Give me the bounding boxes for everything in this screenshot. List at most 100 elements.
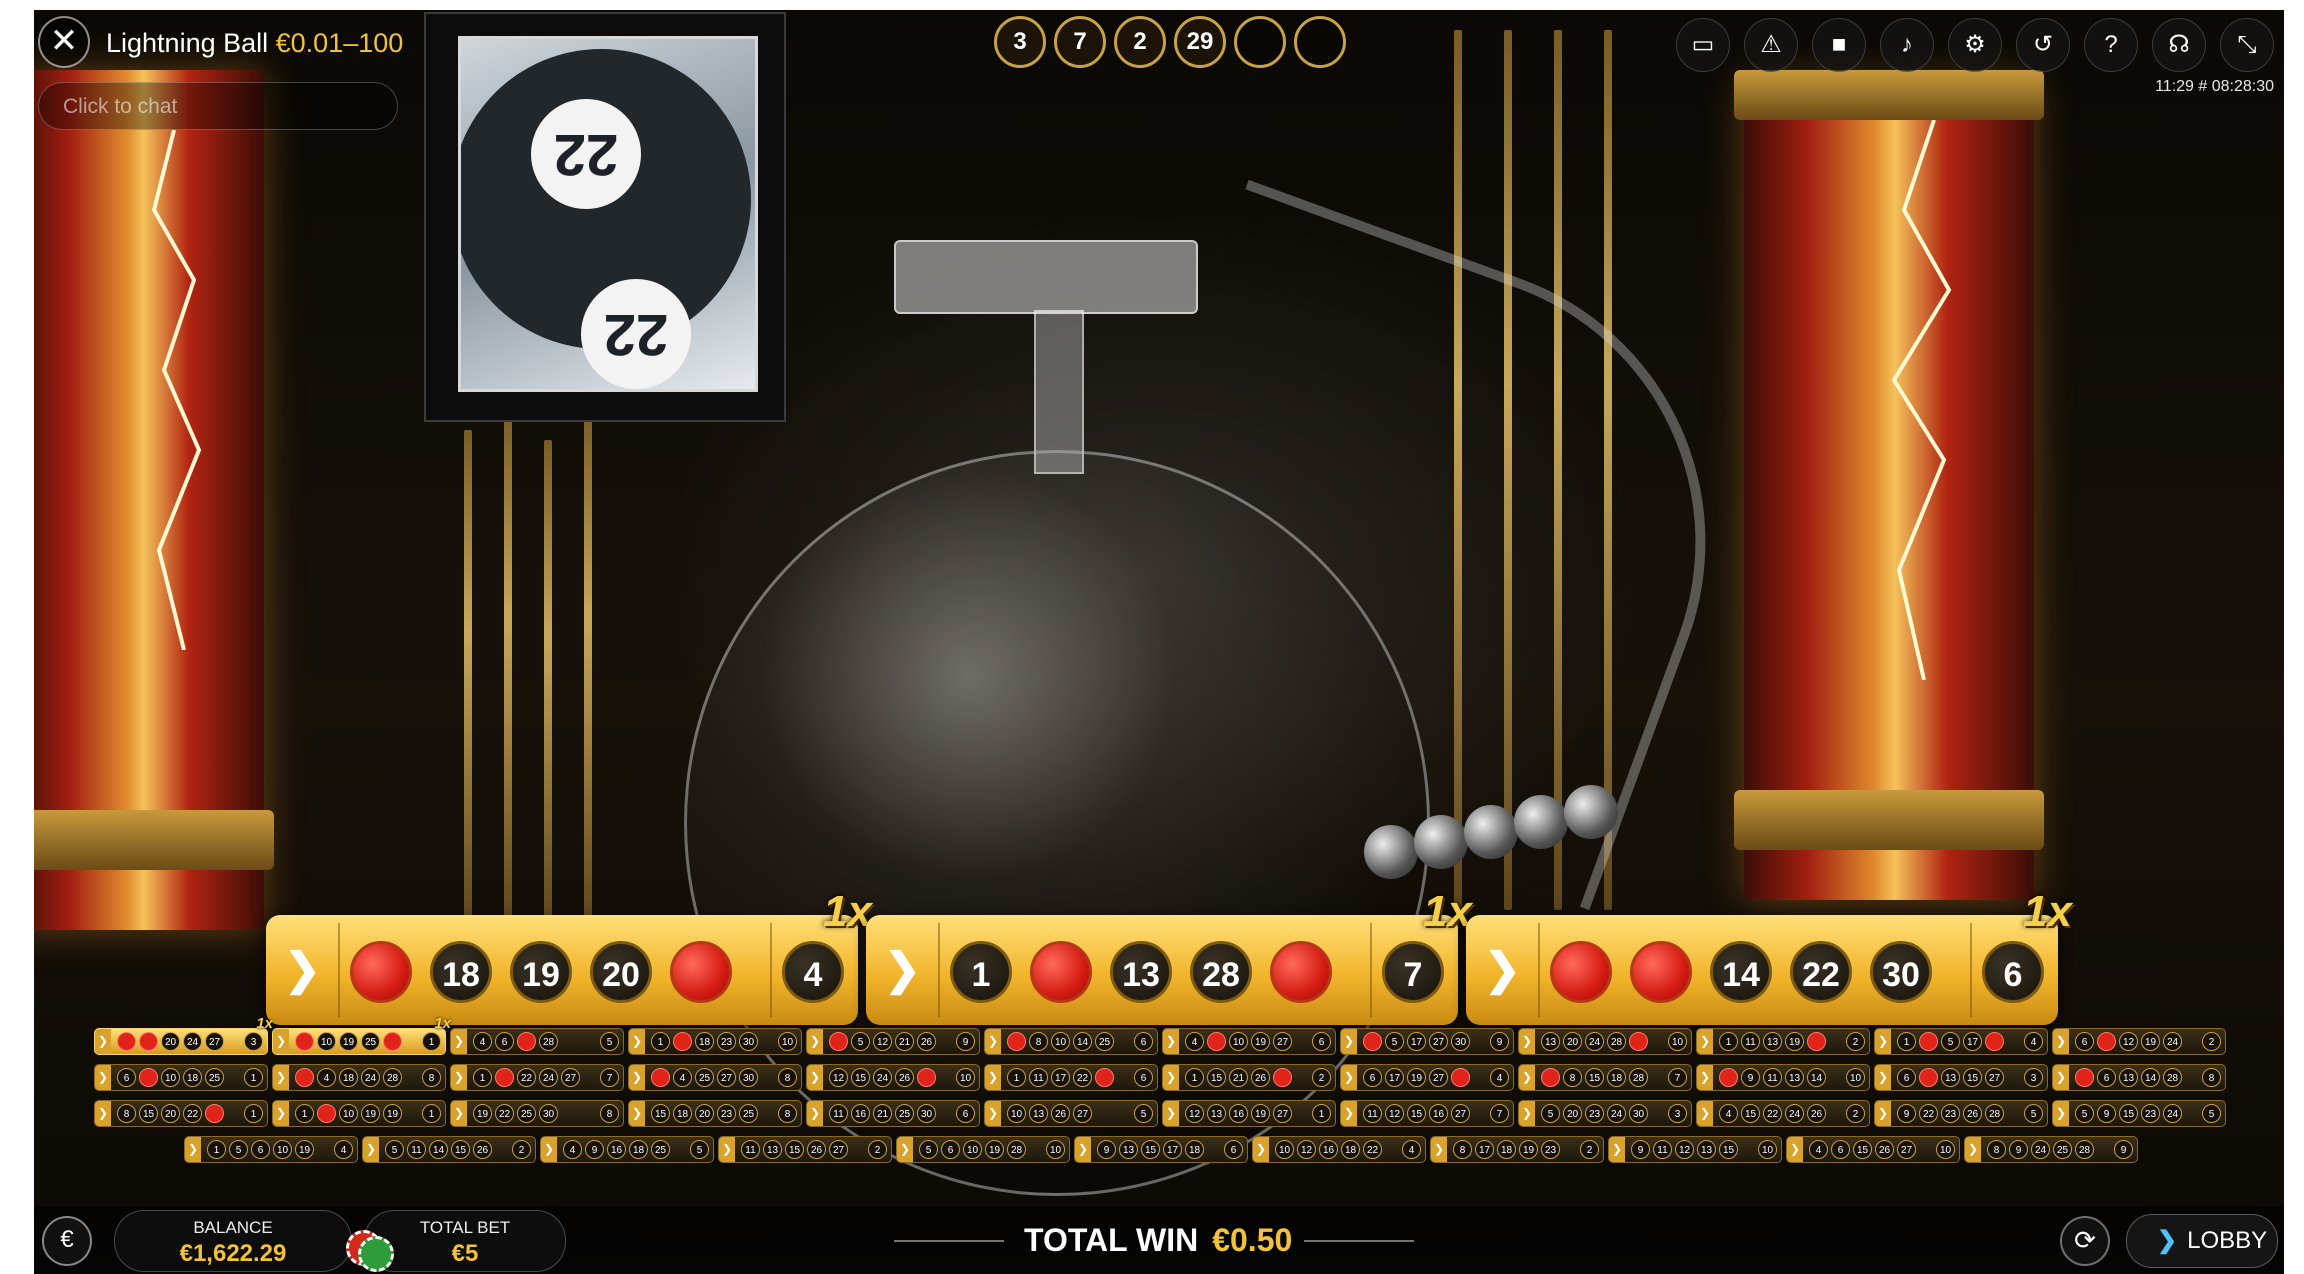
card-arrow-icon: ❯ <box>884 945 921 994</box>
card-divider <box>1370 923 1372 1017</box>
card-ball: 30 <box>1870 941 1932 1003</box>
card-ball: 22 <box>1919 1104 1938 1123</box>
bet-card[interactable]: ❯ 8 15 18 28 7 <box>1518 1064 1692 1091</box>
bet-card[interactable]: ❯ 4 15 22 24 26 2 <box>1696 1100 1870 1127</box>
bet-card[interactable]: ❯ 4 10 19 27 6 <box>1162 1028 1336 1055</box>
card-prize-ball: 6 <box>1312 1032 1331 1051</box>
bet-card[interactable]: ❯ 6 12 19 24 2 <box>2052 1028 2226 1055</box>
bet-card[interactable]: ❯ 13 20 24 28 10 <box>1518 1028 1692 1055</box>
lobby-button[interactable]: ❯ LOBBY <box>2126 1214 2278 1268</box>
currency-icon[interactable]: € <box>42 1216 92 1266</box>
card-balls: 1 11 17 22 <box>1007 1068 1114 1087</box>
bet-card[interactable]: ❯ 8 17 18 19 23 2 <box>1430 1136 1604 1163</box>
bet-card[interactable]: ❯ 8 10 14 25 6 <box>984 1028 1158 1055</box>
card-ball: 17 <box>1385 1068 1404 1087</box>
bet-card[interactable]: ❯ 9 11 13 14 10 <box>1696 1064 1870 1091</box>
bet-card[interactable]: ❯ 4 6 28 5 <box>450 1028 624 1055</box>
bet-card[interactable]: ❯ 1 5 6 10 19 4 <box>184 1136 358 1163</box>
bet-card[interactable]: ❯ 5 12 21 26 9 <box>806 1028 980 1055</box>
card-ball: 28 <box>1190 941 1252 1003</box>
bet-card[interactable]: ❯ 1 5 17 4 <box>1874 1028 2048 1055</box>
card-row: ❯ 1 5 6 10 19 4 ❯ 5 11 14 15 26 2 ❯ 4 9 16 18 25 5 ❯ 11 13 15 26 2… <box>184 1136 2234 1163</box>
card-divider <box>1538 923 1540 1017</box>
bet-card[interactable]: ❯ 11 13 15 26 27 2 <box>718 1136 892 1163</box>
chat-input[interactable]: Click to chat <box>38 82 398 130</box>
bet-card[interactable]: ❯ 12 13 16 19 27 1 <box>1162 1100 1336 1127</box>
bet-card[interactable]: ❯ 11 12 15 16 27 7 <box>1340 1100 1514 1127</box>
bet-card[interactable]: ❯ 4 18 24 28 8 <box>272 1064 446 1091</box>
bet-card[interactable]: ❯ 1 10 19 19 1 <box>272 1100 446 1127</box>
card-ball: 21 <box>873 1104 892 1123</box>
bet-card[interactable]: ❯ 19 22 25 30 8 <box>450 1100 624 1127</box>
support-icon[interactable]: ☊ <box>2152 18 2206 72</box>
card-balls: 6 17 19 27 <box>1363 1068 1470 1087</box>
bet-card[interactable]: ❯ 11 16 21 25 30 6 <box>806 1100 980 1127</box>
reload-icon[interactable]: ⟳ <box>2060 1216 2110 1266</box>
bet-card[interactable]: ❯ 5 11 14 15 26 2 <box>362 1136 536 1163</box>
chat-icon[interactable]: ▭ <box>1676 18 1730 72</box>
bet-card[interactable]: ❯ 9 13 15 17 18 6 <box>1074 1136 1248 1163</box>
bet-card[interactable]: ❯ 5 9 15 23 24 5 <box>2052 1100 2226 1127</box>
card-ball: 20 <box>590 941 652 1003</box>
card-ball: 27 <box>1273 1032 1292 1051</box>
history-icon[interactable]: ↺ <box>2016 18 2070 72</box>
bet-card[interactable]: ❯ 4 6 15 26 27 10 <box>1786 1136 1960 1163</box>
bet-card[interactable]: ❯ 6 13 15 27 3 <box>1874 1064 2048 1091</box>
active-card[interactable]: ❯ 18 19 20 4 1x <box>266 887 872 1025</box>
bet-card[interactable]: ❯ 5 17 27 30 9 <box>1340 1028 1514 1055</box>
card-ball: 15 <box>139 1104 158 1123</box>
bet-card[interactable]: ❯ 10 13 26 27 5 <box>984 1100 1158 1127</box>
close-icon[interactable]: ✕ <box>38 16 90 68</box>
card-ball: 26 <box>1807 1104 1826 1123</box>
card-ball: 17 <box>1475 1140 1494 1159</box>
card-ball: 18 <box>339 1068 358 1087</box>
bet-card[interactable]: ❯ 6 13 14 28 8 <box>2052 1064 2226 1091</box>
bet-card[interactable]: ❯ 9 22 23 26 28 5 <box>1874 1100 2048 1127</box>
card-ball: 14 <box>1807 1068 1826 1087</box>
help-icon[interactable]: ? <box>2084 18 2138 72</box>
bet-card[interactable]: ❯ 5 6 10 19 28 10 <box>896 1136 1070 1163</box>
card-ball: 19 <box>295 1140 314 1159</box>
bet-card[interactable]: ❯ 10 19 25 1 1x <box>272 1015 451 1055</box>
card-prize-ball: 1 <box>422 1104 441 1123</box>
bet-card[interactable]: ❯ 4 9 16 18 25 5 <box>540 1136 714 1163</box>
total-win: TOTAL WIN €0.50 <box>1024 1222 1292 1259</box>
matched-ball <box>1919 1068 1938 1087</box>
video-icon[interactable]: ■ <box>1812 18 1866 72</box>
bet-card[interactable]: ❯ 9 11 12 13 15 10 <box>1608 1136 1782 1163</box>
bet-card[interactable]: ❯ 6 10 18 25 1 <box>94 1064 268 1091</box>
bet-card[interactable]: ❯ 4 25 27 30 8 <box>628 1064 802 1091</box>
card-ball: 30 <box>917 1104 936 1123</box>
bet-card[interactable]: ❯ 1 11 17 22 6 <box>984 1064 1158 1091</box>
bet-card[interactable]: ❯ 1 11 13 19 2 <box>1696 1028 1870 1055</box>
card-ball: 27 <box>1073 1104 1092 1123</box>
bet-card[interactable]: ❯ 1 18 23 30 10 <box>628 1028 802 1055</box>
bet-card[interactable]: ❯ 15 18 20 23 25 8 <box>628 1100 802 1127</box>
active-card[interactable]: ❯ 14 22 30 6 1x <box>1466 887 2072 1025</box>
matched-ball <box>1919 1032 1938 1051</box>
bet-card[interactable]: ❯ 6 17 19 27 4 <box>1340 1064 1514 1091</box>
card-arrow-icon: ❯ <box>273 1101 289 1126</box>
bet-card[interactable]: ❯ 5 20 23 24 30 3 <box>1518 1100 1692 1127</box>
active-card[interactable]: ❯ 1 13 28 7 1x <box>866 887 1472 1025</box>
bet-card[interactable]: ❯ 8 9 24 25 28 9 <box>1964 1136 2138 1163</box>
bet-card[interactable]: ❯ 20 24 27 3 1x <box>94 1015 273 1055</box>
card-ball: 27 <box>1451 1104 1470 1123</box>
card-ball: 11 <box>1763 1068 1782 1087</box>
bet-card[interactable]: ❯ 10 12 16 18 22 4 <box>1252 1136 1426 1163</box>
minimize-icon[interactable]: ⤡ <box>2220 18 2274 72</box>
bet-card[interactable]: ❯ 12 15 24 26 10 <box>806 1064 980 1091</box>
volume-icon[interactable]: ♪ <box>1880 18 1934 72</box>
bet-card[interactable]: ❯ 1 15 21 26 2 <box>1162 1064 1336 1091</box>
card-ball: 30 <box>739 1068 758 1087</box>
bet-card[interactable]: ❯ 1 22 24 27 7 <box>450 1064 624 1091</box>
settings-icon[interactable]: ⚙ <box>1948 18 2002 72</box>
card-prize-ball: 1 <box>422 1032 441 1051</box>
bet-card[interactable]: ❯ 8 15 20 22 1 <box>94 1100 268 1127</box>
card-ball: 19 <box>1251 1032 1270 1051</box>
warning-icon[interactable]: ⚠ <box>1744 18 1798 72</box>
matched-ball <box>295 1032 314 1051</box>
card-arrow-icon: ❯ <box>1697 1029 1713 1054</box>
card-ball: 10 <box>1229 1032 1248 1051</box>
card-ball: 24 <box>2163 1104 2182 1123</box>
